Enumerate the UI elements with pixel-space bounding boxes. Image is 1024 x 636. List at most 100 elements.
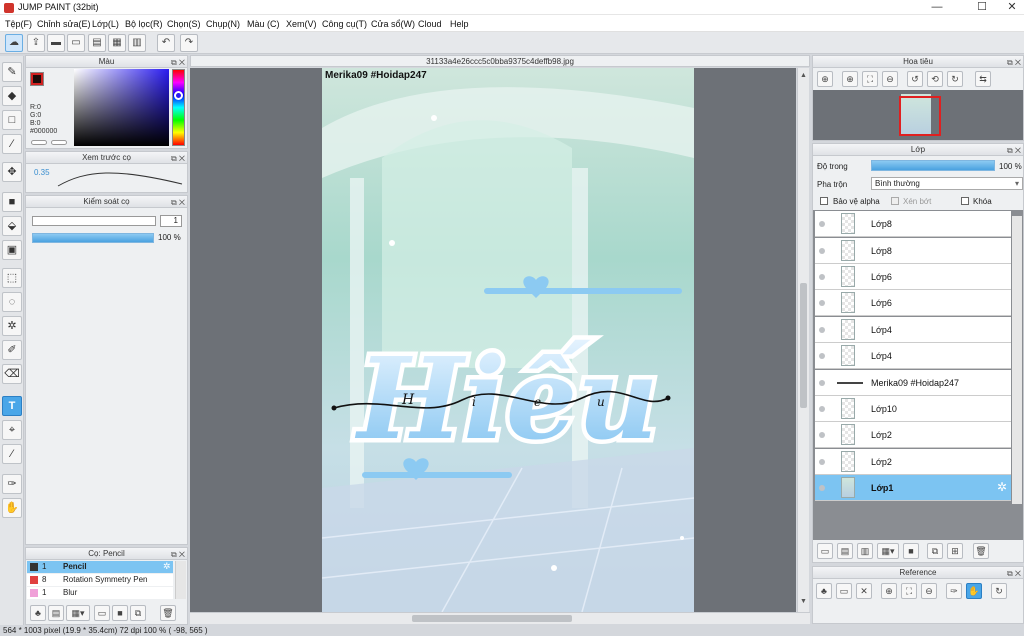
reference-hand-icon[interactable]: ✋	[966, 583, 982, 599]
eye-icon[interactable]	[819, 459, 825, 465]
brush-copy-icon[interactable]: ▤	[48, 605, 64, 621]
eye-icon[interactable]	[819, 380, 825, 386]
rect-select-icon[interactable]: ⬚	[2, 268, 22, 288]
select-eraser-icon[interactable]: ⌫	[2, 364, 22, 384]
rect-tool-icon[interactable]: □	[2, 110, 22, 130]
hand-tool-icon[interactable]: ✋	[2, 498, 22, 518]
duplicate-layer-icon[interactable]: ⧉	[927, 543, 943, 559]
menu-edit[interactable]: Chỉnh sửa(E)	[37, 19, 91, 29]
panel-buttons-icon[interactable]: ⧉ ✕	[171, 549, 185, 561]
close-button[interactable]: ✕	[995, 0, 1024, 15]
layer-row[interactable]: Lớp6	[815, 264, 1011, 290]
document-tab[interactable]: 31133a4e26ccc5c0bba9375c4deffb98.jpg	[190, 55, 810, 67]
move-tool-icon[interactable]: ✥	[2, 162, 22, 182]
reference-new-icon[interactable]: ♣	[816, 583, 832, 599]
export-icon[interactable]: ⇪	[27, 34, 45, 52]
brush-item-rotation[interactable]: 8 Rotation Symmetry Pen	[27, 574, 173, 586]
rotate-reset-icon[interactable]: ⟲	[927, 71, 943, 87]
grid-icon[interactable]: ▦	[108, 34, 126, 52]
navigator-viewport-frame[interactable]	[899, 96, 941, 136]
eyedropper-icon[interactable]: ⁄	[2, 444, 22, 464]
layer-row-selected[interactable]: Lớp1 ✲	[815, 475, 1011, 501]
brush-menu-icon[interactable]: ▦▾	[66, 605, 90, 621]
lock-checkbox[interactable]	[961, 197, 969, 205]
zoom-out-icon[interactable]: ⊖	[882, 71, 898, 87]
select-pen-icon[interactable]: ✐	[2, 340, 22, 360]
layer-folder-icon[interactable]: ■	[903, 543, 919, 559]
new-text-layer-icon[interactable]: ▥	[857, 543, 873, 559]
brush-folder-icon[interactable]: ■	[112, 605, 128, 621]
brush-trash-icon[interactable]: 🗑	[160, 605, 176, 621]
layer-row[interactable]: Lớp8	[815, 211, 1011, 237]
artwork-canvas[interactable]: Hiếu H i e u Merika09 #Hoidap247	[322, 68, 694, 612]
brush-duplicate-icon[interactable]: ⧉	[130, 605, 146, 621]
layer-row[interactable]: Lớp6	[815, 290, 1011, 316]
rotate-left-icon[interactable]: ↺	[907, 71, 923, 87]
eye-icon[interactable]	[819, 406, 825, 412]
panel-buttons-icon[interactable]: ⧉ ✕	[171, 197, 185, 209]
protect-alpha-checkbox[interactable]	[820, 197, 828, 205]
line-tool-icon[interactable]: ∕	[2, 134, 22, 154]
clipping-checkbox[interactable]	[891, 197, 899, 205]
eye-icon[interactable]	[819, 485, 825, 491]
text-tool-icon[interactable]: T	[2, 396, 22, 416]
color-mode-button-2[interactable]	[51, 140, 67, 145]
canvas-horizontal-scrollbar[interactable]	[190, 612, 810, 624]
gear-icon[interactable]: ✲	[997, 480, 1007, 494]
layer-menu-icon[interactable]: ▦▾	[877, 543, 899, 559]
bucket-tool-icon[interactable]: ⬙	[2, 216, 22, 236]
canvas-vertical-scrollbar[interactable]: ▲ ▼	[797, 68, 809, 612]
reference-dropper-icon[interactable]: ✑	[946, 583, 962, 599]
layer-row[interactable]: Lớp2	[815, 449, 1011, 475]
layer-row[interactable]: Lớp2	[815, 422, 1011, 448]
undo-icon[interactable]: ↶	[157, 34, 175, 52]
menu-filter[interactable]: Bộ lọc(R)	[125, 19, 163, 29]
layer-row[interactable]: Lớp8	[815, 238, 1011, 264]
cloud-icon[interactable]: ☁	[5, 34, 23, 52]
flip-icon[interactable]: ⇆	[975, 71, 991, 87]
eye-icon[interactable]	[819, 432, 825, 438]
panel-buttons-icon[interactable]: ⧉ ✕	[1007, 568, 1021, 580]
brush-item-pencil[interactable]: 1 Pencil ✲	[27, 561, 173, 573]
brush-list-scrollbar[interactable]	[175, 561, 186, 599]
hue-slider[interactable]	[172, 69, 185, 146]
menu-help[interactable]: Help	[450, 19, 469, 29]
zoom-in-2-icon[interactable]: ⊕	[842, 71, 858, 87]
saturation-value-field[interactable]	[74, 69, 169, 146]
menu-view[interactable]: Xem(V)	[286, 19, 317, 29]
panel-buttons-icon[interactable]: ⧉ ✕	[1007, 145, 1021, 157]
redo-icon[interactable]: ↷	[180, 34, 198, 52]
eraser-tool-icon[interactable]: ◆	[2, 86, 22, 106]
panel-buttons-icon[interactable]: ⧉ ✕	[1007, 57, 1021, 69]
menu-layer[interactable]: Lớp(L)	[92, 19, 119, 29]
brush-size-input[interactable]: 1	[160, 215, 182, 227]
menu-cloud[interactable]: Cloud	[418, 19, 442, 29]
color-mode-button[interactable]	[31, 140, 47, 145]
magic-wand-icon[interactable]: ✲	[2, 316, 22, 336]
menu-window[interactable]: Cửa sổ(W)	[371, 19, 415, 29]
eye-icon[interactable]	[819, 327, 825, 333]
menu-capture[interactable]: Chụp(N)	[206, 19, 240, 29]
layer-row[interactable]: Merika09 #Hoidap247	[815, 370, 1011, 396]
brush-size-slider[interactable]	[32, 216, 156, 226]
layer-opacity-slider[interactable]	[871, 160, 995, 171]
eye-icon[interactable]	[819, 221, 825, 227]
layer-list-scrollbar[interactable]	[1012, 216, 1022, 504]
reference-open-icon[interactable]: ▭	[836, 583, 852, 599]
zoom-in-icon[interactable]: ⊕	[817, 71, 833, 87]
dropper-icon[interactable]: ✑	[2, 474, 22, 494]
reference-rotate-icon[interactable]: ↻	[991, 583, 1007, 599]
menu-file[interactable]: Tệp(F)	[5, 19, 32, 29]
fit-icon[interactable]: ⛶	[862, 71, 878, 87]
menu-tools[interactable]: Công cụ(T)	[322, 19, 367, 29]
message-icon[interactable]: ▭	[67, 34, 85, 52]
merge-layer-icon[interactable]: ⊞	[947, 543, 963, 559]
eye-icon[interactable]	[819, 248, 825, 254]
layer-row[interactable]: Lớp4	[815, 343, 1011, 369]
main-color-swatch[interactable]	[30, 72, 44, 86]
page-icon[interactable]: ▤	[88, 34, 106, 52]
table-icon[interactable]: ▥	[128, 34, 146, 52]
layer-row[interactable]: Lớp4	[815, 317, 1011, 343]
horizontal-scroll-thumb[interactable]	[412, 615, 572, 622]
minimize-button[interactable]: —	[920, 0, 954, 15]
